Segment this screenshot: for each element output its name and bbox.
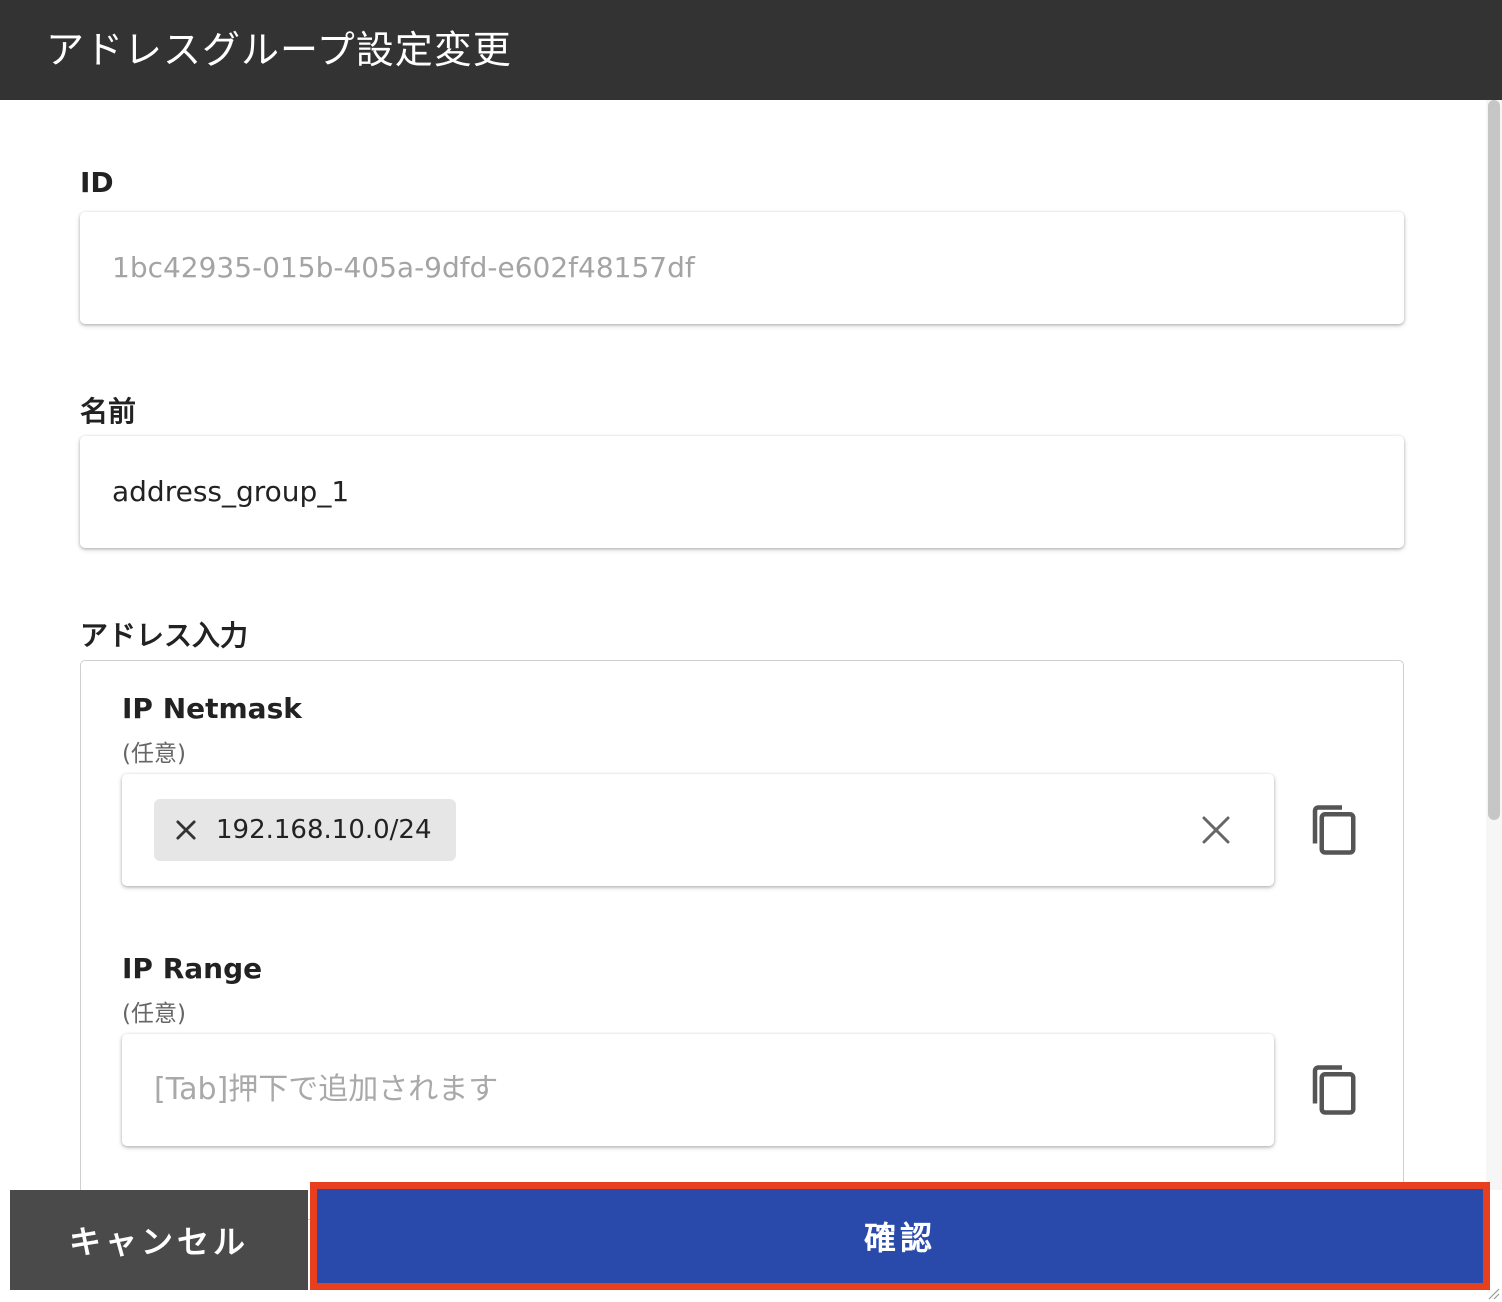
dialog-title: アドレスグループ設定変更 <box>0 0 1502 100</box>
confirm-button[interactable]: 確認 <box>310 1182 1490 1290</box>
ip-range-input[interactable]: [Tab]押下で追加されます <box>122 1034 1274 1146</box>
ip-range-label: IP Range <box>122 952 263 985</box>
ip-range-placeholder: [Tab]押下で追加されます <box>154 1072 499 1107</box>
id-field: 1bc42935-015b-405a-9dfd-e602f48157df <box>80 212 1404 324</box>
name-input[interactable]: address_group_1 <box>80 436 1404 548</box>
scrollbar-thumb[interactable] <box>1488 100 1500 820</box>
resize-grip-icon[interactable] <box>1486 1286 1500 1300</box>
ip-range-optional-hint: (任意) <box>122 1001 186 1027</box>
ip-netmask-label: IP Netmask <box>122 692 302 725</box>
clear-all-icon[interactable] <box>1198 812 1234 848</box>
address-section-label: アドレス入力 <box>80 619 249 652</box>
id-label: ID <box>80 166 114 199</box>
ip-netmask-chip-label: 192.168.10.0/24 <box>216 815 432 845</box>
address-group-edit-dialog: アドレスグループ設定変更 ID 1bc42935-015b-405a-9dfd-… <box>0 0 1502 1302</box>
ip-netmask-chip: 192.168.10.0/24 <box>154 799 456 861</box>
remove-chip-icon[interactable] <box>172 816 200 844</box>
copy-icon[interactable] <box>1306 800 1360 860</box>
ip-netmask-optional-hint: (任意) <box>122 741 186 767</box>
copy-icon[interactable] <box>1306 1060 1360 1120</box>
ip-netmask-input[interactable]: 192.168.10.0/24 <box>122 774 1274 886</box>
name-label: 名前 <box>80 395 137 428</box>
cancel-button[interactable]: キャンセル <box>10 1190 308 1290</box>
